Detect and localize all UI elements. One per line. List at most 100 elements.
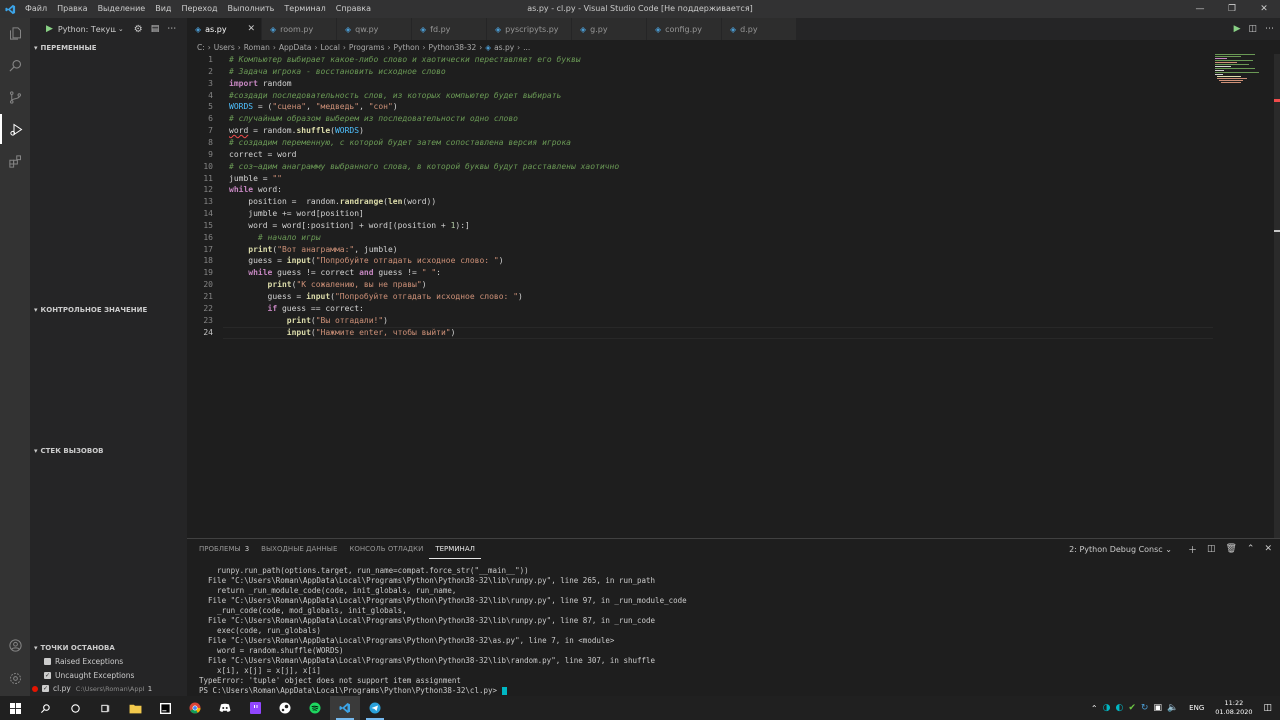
- accounts-icon[interactable]: [0, 630, 30, 660]
- discord-icon[interactable]: [210, 696, 240, 720]
- terminal-line: File "C:\Users\Roman\AppData\Local\Progr…: [199, 636, 615, 645]
- telegram-icon[interactable]: [360, 696, 390, 720]
- chevron-down-icon[interactable]: ⌄: [118, 25, 124, 33]
- code-editor[interactable]: 1 # Компьютер выбирает какое-либо слово …: [187, 54, 1280, 538]
- extensions-icon[interactable]: [0, 146, 30, 176]
- breadcrumb-item[interactable]: Roman: [244, 43, 270, 52]
- menu-terminal[interactable]: Терминал: [279, 0, 330, 18]
- terminal-prompt-line[interactable]: PS C:\Users\Roman\AppData\Local\Programs…: [199, 686, 687, 696]
- tray-overflow-chevron-icon[interactable]: ⌃: [1091, 704, 1098, 713]
- tab-as-py[interactable]: ◈ as.py ✕: [187, 18, 262, 40]
- settings-gear-icon[interactable]: [0, 663, 30, 693]
- terminal-output[interactable]: runpy.run_path(options.target, run_name=…: [199, 566, 687, 696]
- checkbox-checked[interactable]: ✓: [42, 685, 49, 692]
- search-icon[interactable]: [0, 50, 30, 80]
- breadcrumb-item[interactable]: AppData: [279, 43, 312, 52]
- breakpoint-raised-exceptions[interactable]: Raised Exceptions: [44, 655, 187, 668]
- menu-file[interactable]: Файл: [20, 0, 52, 18]
- menu-view[interactable]: Вид: [150, 0, 176, 18]
- steam-icon[interactable]: [270, 696, 300, 720]
- code-line: word = word[:position] + word[(position …: [229, 220, 470, 230]
- checkbox-checked[interactable]: ✓: [44, 672, 51, 679]
- breakpoint-uncaught-exceptions[interactable]: ✓ Uncaught Exceptions: [44, 669, 187, 682]
- menu-run[interactable]: Выполнить: [223, 0, 280, 18]
- network-icon[interactable]: ▣: [1153, 703, 1162, 713]
- open-debug-console-icon[interactable]: ▤: [151, 24, 160, 34]
- jetbrains-app-icon[interactable]: [150, 696, 180, 720]
- file-explorer-icon[interactable]: [120, 696, 150, 720]
- explorer-icon[interactable]: [0, 18, 30, 48]
- spotify-icon[interactable]: [300, 696, 330, 720]
- tab-output[interactable]: ВЫХОДНЫЕ ДАННЫЕ: [255, 539, 343, 559]
- tab-fd-py[interactable]: ◈ fd.py: [412, 18, 487, 40]
- vscode-taskbar-icon[interactable]: [330, 696, 360, 720]
- restore-icon[interactable]: ❐: [1216, 0, 1248, 18]
- tray-sync-icon[interactable]: ↻: [1141, 703, 1149, 713]
- vscode-logo-icon[interactable]: [0, 0, 20, 18]
- terminal-prompt: PS C:\Users\Roman\AppData\Local\Programs…: [199, 686, 502, 695]
- tray-app-icon[interactable]: ◐: [1115, 703, 1123, 713]
- tray-app-icon[interactable]: ◑: [1103, 703, 1111, 713]
- menu-help[interactable]: Справка: [331, 0, 376, 18]
- tab-room-py[interactable]: ◈ room.py: [262, 18, 337, 40]
- breadcrumb-item[interactable]: Programs: [349, 43, 385, 52]
- breakpoint-cl-py[interactable]: ✓ cl.py C:\Users\Roman\AppData\... 1: [32, 682, 175, 695]
- split-terminal-icon[interactable]: ◫: [1207, 544, 1216, 554]
- terminal-select[interactable]: 2: Python Debug Consc ⌄: [1069, 545, 1172, 554]
- clock[interactable]: 11:22 01.08.2020: [1215, 699, 1252, 717]
- more-actions-icon[interactable]: ⋯: [167, 24, 176, 34]
- editor-scrollbar[interactable]: [1274, 54, 1280, 538]
- tray-check-icon[interactable]: ✔: [1128, 703, 1136, 713]
- breadcrumb-item[interactable]: Python: [393, 43, 419, 52]
- tab-d-py[interactable]: ◈ d.py: [722, 18, 797, 40]
- chevron-up-icon[interactable]: ⌃: [1247, 544, 1255, 554]
- run-debug-icon[interactable]: [0, 114, 30, 144]
- close-tab-icon[interactable]: ✕: [247, 24, 255, 34]
- chrome-icon[interactable]: [180, 696, 210, 720]
- breadcrumb-item[interactable]: Python38-32: [428, 43, 476, 52]
- tab-g-py[interactable]: ◈ g.py: [572, 18, 647, 40]
- close-panel-icon[interactable]: ✕: [1264, 544, 1272, 554]
- breadcrumb-item[interactable]: ...: [523, 43, 530, 52]
- breadcrumb-item[interactable]: Users: [214, 43, 235, 52]
- trash-icon[interactable]: 🗑: [1225, 544, 1236, 554]
- tab-terminal[interactable]: ТЕРМИНАЛ: [429, 539, 481, 559]
- python-file-icon: ◈: [270, 24, 277, 34]
- variables-section-header[interactable]: ▾ ПЕРЕМЕННЫЕ: [30, 37, 187, 59]
- tab-pyscripyts-py[interactable]: ◈ pyscripyts.py: [487, 18, 572, 40]
- volume-icon[interactable]: 🔈: [1167, 703, 1178, 713]
- twitch-icon[interactable]: [240, 696, 270, 720]
- run-file-icon[interactable]: ▶: [1234, 24, 1241, 34]
- windows-start-icon[interactable]: [0, 696, 30, 720]
- menu-go[interactable]: Переход: [176, 0, 222, 18]
- line-number: 19: [203, 268, 213, 278]
- breadcrumb-item[interactable]: Local: [320, 43, 339, 52]
- split-editor-icon[interactable]: ◫: [1248, 24, 1257, 34]
- close-window-icon[interactable]: ✕: [1248, 0, 1280, 18]
- tab-config-py[interactable]: ◈ config.py: [647, 18, 722, 40]
- breakpoint-label: Raised Exceptions: [55, 657, 124, 666]
- menu-edit[interactable]: Правка: [52, 0, 92, 18]
- language-indicator[interactable]: ENG: [1189, 704, 1204, 712]
- tab-qw-py[interactable]: ◈ qw.py: [337, 18, 412, 40]
- watch-section-header[interactable]: ▾ КОНТРОЛЬНОЕ ЗНАЧЕНИЕ: [30, 299, 187, 321]
- menu-selection[interactable]: Выделение: [93, 0, 151, 18]
- debug-settings-gear-icon[interactable]: ⚙: [134, 24, 143, 35]
- source-control-icon[interactable]: [0, 82, 30, 112]
- new-terminal-icon[interactable]: ＋: [1188, 543, 1197, 556]
- checkbox[interactable]: [44, 658, 51, 665]
- cortana-icon[interactable]: [60, 696, 90, 720]
- taskbar-search-icon[interactable]: [30, 696, 60, 720]
- debug-config-select[interactable]: Python: Текущ: [58, 25, 116, 34]
- tab-debug-console[interactable]: КОНСОЛЬ ОТЛАДКИ: [343, 539, 429, 559]
- notifications-icon[interactable]: ◫: [1263, 703, 1272, 713]
- task-view-icon[interactable]: [90, 696, 120, 720]
- tab-problems[interactable]: ПРОБЛЕМЫ 3: [193, 539, 255, 559]
- minimize-icon[interactable]: —: [1184, 0, 1216, 18]
- start-debug-icon[interactable]: ▶: [46, 24, 53, 34]
- more-actions-icon[interactable]: ⋯: [1265, 24, 1274, 34]
- callstack-section-header[interactable]: ▾ СТЕК ВЫЗОВОВ: [30, 440, 187, 462]
- minimap[interactable]: [1215, 54, 1273, 84]
- breadcrumb-item[interactable]: C:: [197, 43, 205, 52]
- breadcrumb-item[interactable]: as.py: [494, 43, 514, 52]
